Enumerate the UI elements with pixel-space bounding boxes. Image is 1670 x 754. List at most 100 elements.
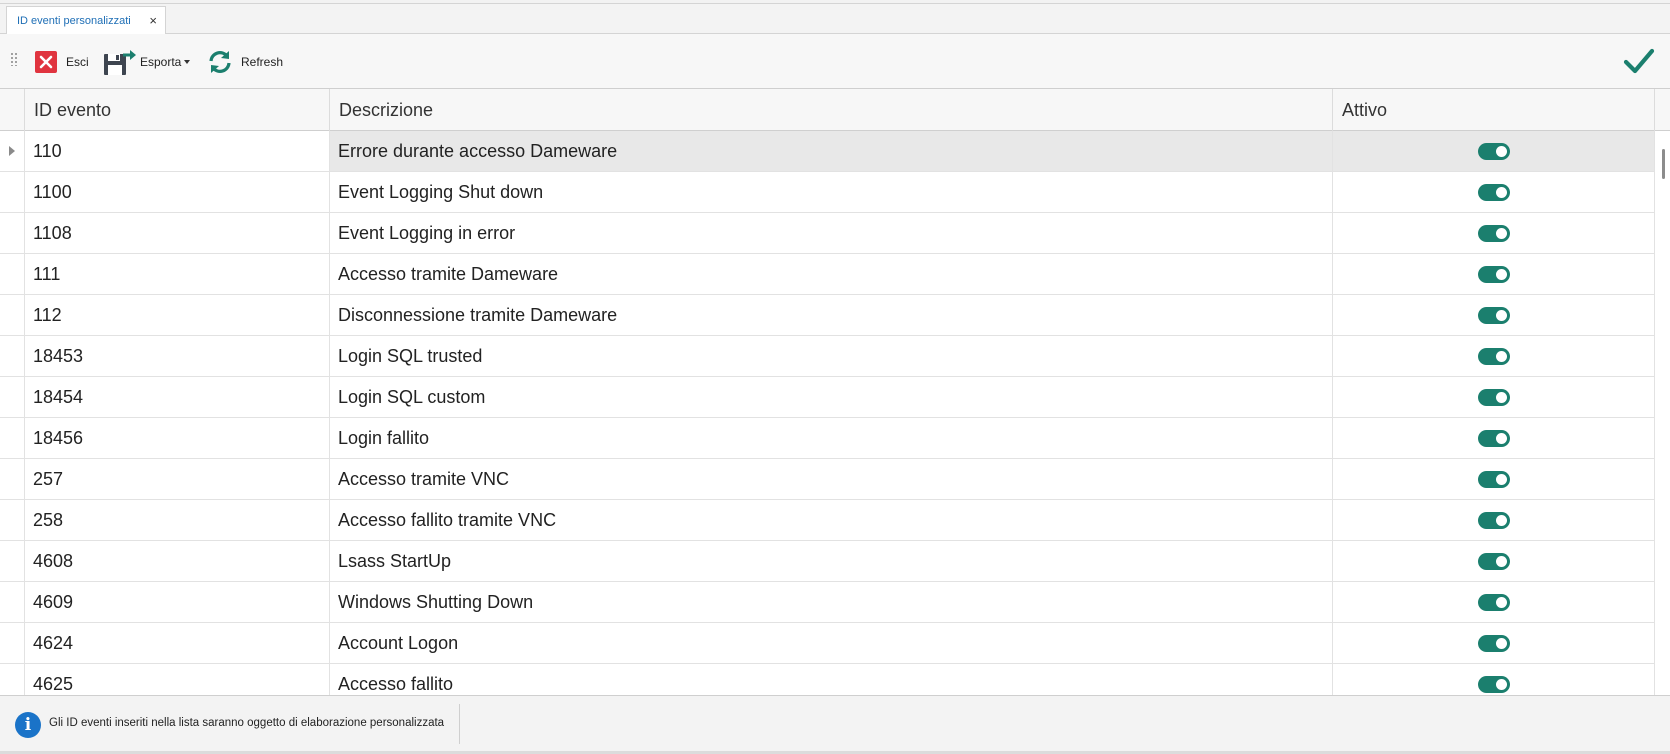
- header-indicator-cell: [0, 89, 25, 131]
- cell-description[interactable]: Accesso fallito tramite VNC: [330, 500, 1333, 540]
- cell-event-id[interactable]: 4608: [25, 541, 330, 581]
- cell-event-id[interactable]: 4625: [25, 664, 330, 695]
- row-indicator[interactable]: [0, 295, 25, 335]
- row-indicator[interactable]: [0, 213, 25, 253]
- row-indicator[interactable]: [0, 336, 25, 376]
- active-toggle[interactable]: [1477, 388, 1510, 406]
- column-header-description[interactable]: Descrizione: [330, 89, 1333, 131]
- column-header-id[interactable]: ID evento: [25, 89, 330, 131]
- cell-description[interactable]: Accesso tramite VNC: [330, 459, 1333, 499]
- row-indicator[interactable]: [0, 377, 25, 417]
- refresh-button[interactable]: Refresh: [207, 46, 283, 78]
- table-row[interactable]: 18456 Login fallito: [0, 418, 1655, 459]
- cell-event-id[interactable]: 1108: [25, 213, 330, 253]
- toggle-knob: [1495, 227, 1507, 239]
- table-row[interactable]: 1100 Event Logging Shut down: [0, 172, 1655, 213]
- table-row[interactable]: 18454 Login SQL custom: [0, 377, 1655, 418]
- export-label: Esporta: [140, 55, 182, 69]
- exit-button[interactable]: Esci: [34, 46, 89, 78]
- table-row[interactable]: 110 Errore durante accesso Dameware: [0, 131, 1655, 172]
- cell-description[interactable]: Disconnessione tramite Dameware: [330, 295, 1333, 335]
- toggle-knob: [1495, 555, 1507, 567]
- cell-description[interactable]: Account Logon: [330, 623, 1333, 663]
- active-toggle[interactable]: [1477, 183, 1510, 201]
- active-toggle[interactable]: [1477, 306, 1510, 324]
- cell-active: [1333, 213, 1655, 253]
- checkmark-icon: [1623, 48, 1655, 74]
- cell-event-id[interactable]: 258: [25, 500, 330, 540]
- vertical-scrollbar[interactable]: [1655, 131, 1670, 695]
- row-indicator[interactable]: [0, 541, 25, 581]
- grid-header: ID evento Descrizione Attivo: [0, 89, 1670, 131]
- cell-description[interactable]: Errore durante accesso Dameware: [330, 131, 1333, 171]
- active-toggle[interactable]: [1477, 142, 1510, 160]
- row-indicator[interactable]: [0, 131, 25, 171]
- row-indicator[interactable]: [0, 459, 25, 499]
- table-row[interactable]: 4608 Lsass StartUp: [0, 541, 1655, 582]
- active-toggle[interactable]: [1477, 634, 1510, 652]
- table-row[interactable]: 111 Accesso tramite Dameware: [0, 254, 1655, 295]
- active-toggle[interactable]: [1477, 470, 1510, 488]
- cell-active: [1333, 377, 1655, 417]
- active-toggle[interactable]: [1477, 511, 1510, 529]
- cell-description[interactable]: Accesso fallito: [330, 664, 1333, 695]
- cell-active: [1333, 582, 1655, 622]
- cell-description[interactable]: Lsass StartUp: [330, 541, 1333, 581]
- cell-event-id[interactable]: 257: [25, 459, 330, 499]
- cell-event-id[interactable]: 112: [25, 295, 330, 335]
- export-button[interactable]: Esporta: [103, 46, 191, 78]
- cell-description[interactable]: Login fallito: [330, 418, 1333, 458]
- active-toggle[interactable]: [1477, 675, 1510, 693]
- row-indicator[interactable]: [0, 623, 25, 663]
- table-row[interactable]: 1108 Event Logging in error: [0, 213, 1655, 254]
- tab-id-eventi[interactable]: ID eventi personalizzati ×: [6, 6, 166, 35]
- table-row[interactable]: 112 Disconnessione tramite Dameware: [0, 295, 1655, 336]
- table-row[interactable]: 4625 Accesso fallito: [0, 664, 1655, 695]
- cell-active: [1333, 131, 1655, 171]
- tab-close-icon[interactable]: ×: [149, 13, 157, 28]
- close-red-icon: [35, 51, 57, 73]
- cell-event-id[interactable]: 18454: [25, 377, 330, 417]
- table-row[interactable]: 258 Accesso fallito tramite VNC: [0, 500, 1655, 541]
- active-toggle[interactable]: [1477, 347, 1510, 365]
- toggle-knob: [1495, 309, 1507, 321]
- column-header-active[interactable]: Attivo: [1333, 89, 1655, 131]
- active-toggle[interactable]: [1477, 593, 1510, 611]
- cell-active: [1333, 254, 1655, 294]
- confirm-button[interactable]: [1622, 45, 1656, 77]
- toggle-knob: [1495, 432, 1507, 444]
- row-indicator[interactable]: [0, 664, 25, 695]
- row-pointer-icon: [9, 146, 15, 156]
- cell-event-id[interactable]: 110: [25, 131, 330, 171]
- cell-description[interactable]: Accesso tramite Dameware: [330, 254, 1333, 294]
- active-toggle[interactable]: [1477, 429, 1510, 447]
- cell-description[interactable]: Windows Shutting Down: [330, 582, 1333, 622]
- scrollbar-thumb[interactable]: [1662, 149, 1665, 179]
- table-row[interactable]: 4609 Windows Shutting Down: [0, 582, 1655, 623]
- table-row[interactable]: 18453 Login SQL trusted: [0, 336, 1655, 377]
- row-indicator[interactable]: [0, 418, 25, 458]
- table-row[interactable]: 257 Accesso tramite VNC: [0, 459, 1655, 500]
- toggle-knob: [1495, 391, 1507, 403]
- row-indicator[interactable]: [0, 172, 25, 212]
- row-indicator[interactable]: [0, 254, 25, 294]
- active-toggle[interactable]: [1477, 552, 1510, 570]
- row-indicator[interactable]: [0, 500, 25, 540]
- cell-description[interactable]: Event Logging Shut down: [330, 172, 1333, 212]
- cell-event-id[interactable]: 4624: [25, 623, 330, 663]
- cell-description[interactable]: Login SQL custom: [330, 377, 1333, 417]
- toggle-knob: [1495, 514, 1507, 526]
- toolbar-grip-icon[interactable]: [10, 52, 18, 66]
- cell-description[interactable]: Login SQL trusted: [330, 336, 1333, 376]
- cell-event-id[interactable]: 1100: [25, 172, 330, 212]
- row-indicator[interactable]: [0, 582, 25, 622]
- active-toggle[interactable]: [1477, 265, 1510, 283]
- cell-description[interactable]: Event Logging in error: [330, 213, 1333, 253]
- tab-label: ID eventi personalizzati: [17, 15, 131, 27]
- cell-event-id[interactable]: 18456: [25, 418, 330, 458]
- table-row[interactable]: 4624 Account Logon: [0, 623, 1655, 664]
- cell-event-id[interactable]: 4609: [25, 582, 330, 622]
- cell-event-id[interactable]: 18453: [25, 336, 330, 376]
- active-toggle[interactable]: [1477, 224, 1510, 242]
- cell-event-id[interactable]: 111: [25, 254, 330, 294]
